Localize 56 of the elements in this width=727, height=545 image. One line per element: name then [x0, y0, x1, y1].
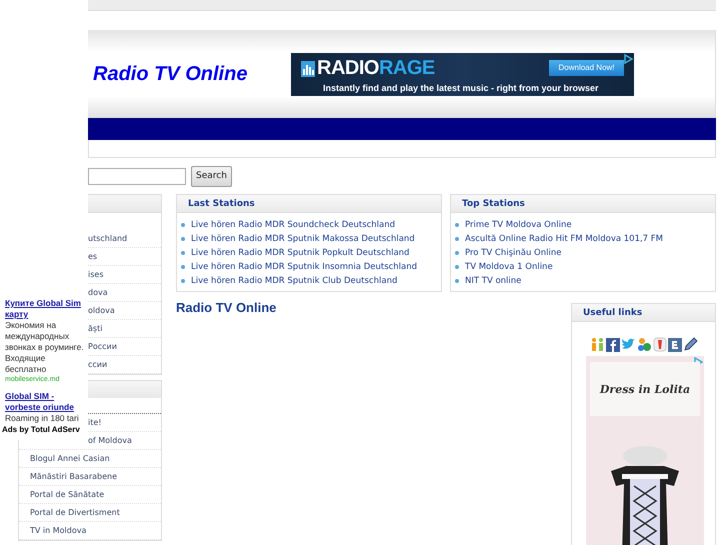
bullet-icon	[181, 251, 185, 255]
panel-title: Last Stations	[188, 198, 255, 208]
panel-title: Top Stations	[462, 198, 525, 208]
bullet-icon	[455, 265, 459, 269]
ad-attribution: Ads by Totul AdServ	[2, 424, 80, 435]
station-link[interactable]: Live hören Radio MDR Sputnik Makossa Deutschland	[191, 234, 415, 244]
sidebar-link[interactable]: oldova	[88, 305, 115, 317]
bullet-icon	[455, 251, 459, 255]
page-heading: Radio TV Online	[176, 300, 278, 315]
bullet-icon	[181, 279, 185, 283]
ad-caption[interactable]: Dress in Lolita	[600, 382, 690, 396]
search-button[interactable]: Search	[191, 166, 232, 186]
sidebar-link[interactable]: ite!	[88, 417, 102, 429]
sidebar-link[interactable]: ссии	[88, 359, 108, 371]
sidebar-link[interactable]: Portal de Sănătate	[30, 489, 104, 501]
sidebar-link[interactable]: utschland	[88, 233, 128, 245]
sidebar-link[interactable]: Mănăstiri Basarabene	[30, 471, 118, 483]
bullet-icon	[181, 265, 185, 269]
bullet-icon	[181, 237, 185, 241]
banner-tagline: Instantly find and play the latest music - right from your browser	[323, 82, 599, 92]
ad-text: Экономия на международных звонках в роуминге. Входящие бесплатно	[5, 320, 85, 375]
sidebar-link[interactable]: dova	[88, 287, 108, 299]
station-link[interactable]: NIT TV online	[465, 276, 522, 286]
panel-title: Useful links	[583, 308, 642, 318]
sidebar-link[interactable]: TV in Moldova	[30, 525, 86, 537]
bullet-icon	[181, 223, 185, 227]
sidebar-link[interactable]: of Moldova	[88, 435, 132, 447]
ad-link[interactable]: Global SIM - vorbeste oriunde	[5, 391, 87, 413]
station-link[interactable]: Live hören Radio MDR Sputnik Club Deutschland	[191, 276, 398, 286]
sidebar-link[interactable]: Portal de Divertisment	[30, 507, 120, 519]
station-link[interactable]: TV Moldova 1 Online	[465, 262, 553, 272]
people-group-icon[interactable]	[636, 337, 652, 352]
station-link[interactable]: Live hören Radio MDR Sputnik Popkult Deutschland	[191, 248, 410, 258]
station-link[interactable]: Prime TV Moldova Online	[465, 220, 572, 230]
station-link[interactable]: Ascultă Online Radio Hit FM Moldova 101,7 FM	[465, 234, 664, 244]
ad-text: Roaming in 180 tari	[5, 413, 80, 424]
bullet-icon	[455, 279, 459, 283]
bullet-icon	[455, 223, 459, 227]
banner-brand: RADIORAGE	[317, 56, 435, 80]
site-title[interactable]: Radio TV Online	[93, 62, 291, 86]
station-link[interactable]: Live hören Radio MDR Sputnik Insomnia Deutschland	[191, 262, 418, 272]
sidebar-link[interactable]: России	[88, 341, 117, 353]
search-field[interactable]	[88, 168, 186, 184]
sidebar-link[interactable]: ises	[88, 269, 104, 281]
sidebar-link[interactable]: ăști	[88, 323, 102, 335]
bullet-icon	[455, 237, 459, 241]
banner-ad[interactable]: RADIORAGE Download Now! Instantly find and play the latest music - right from your browser	[291, 52, 634, 96]
station-link[interactable]: Pro TV Chişinău Online	[465, 248, 562, 258]
station-link[interactable]: Live hören Radio MDR Soundcheck Deutschland	[191, 220, 396, 230]
pencil-icon[interactable]	[682, 337, 698, 352]
ad-link[interactable]: Купите Global Sim карту	[5, 298, 87, 320]
facebook-icon[interactable]	[606, 338, 620, 352]
sidebar-link[interactable]: Blogul Annei Casian	[30, 453, 110, 465]
sidebar-link[interactable]: es	[88, 251, 98, 263]
ad-choices-icon[interactable]	[623, 54, 633, 64]
equalizer-icon	[301, 60, 315, 76]
